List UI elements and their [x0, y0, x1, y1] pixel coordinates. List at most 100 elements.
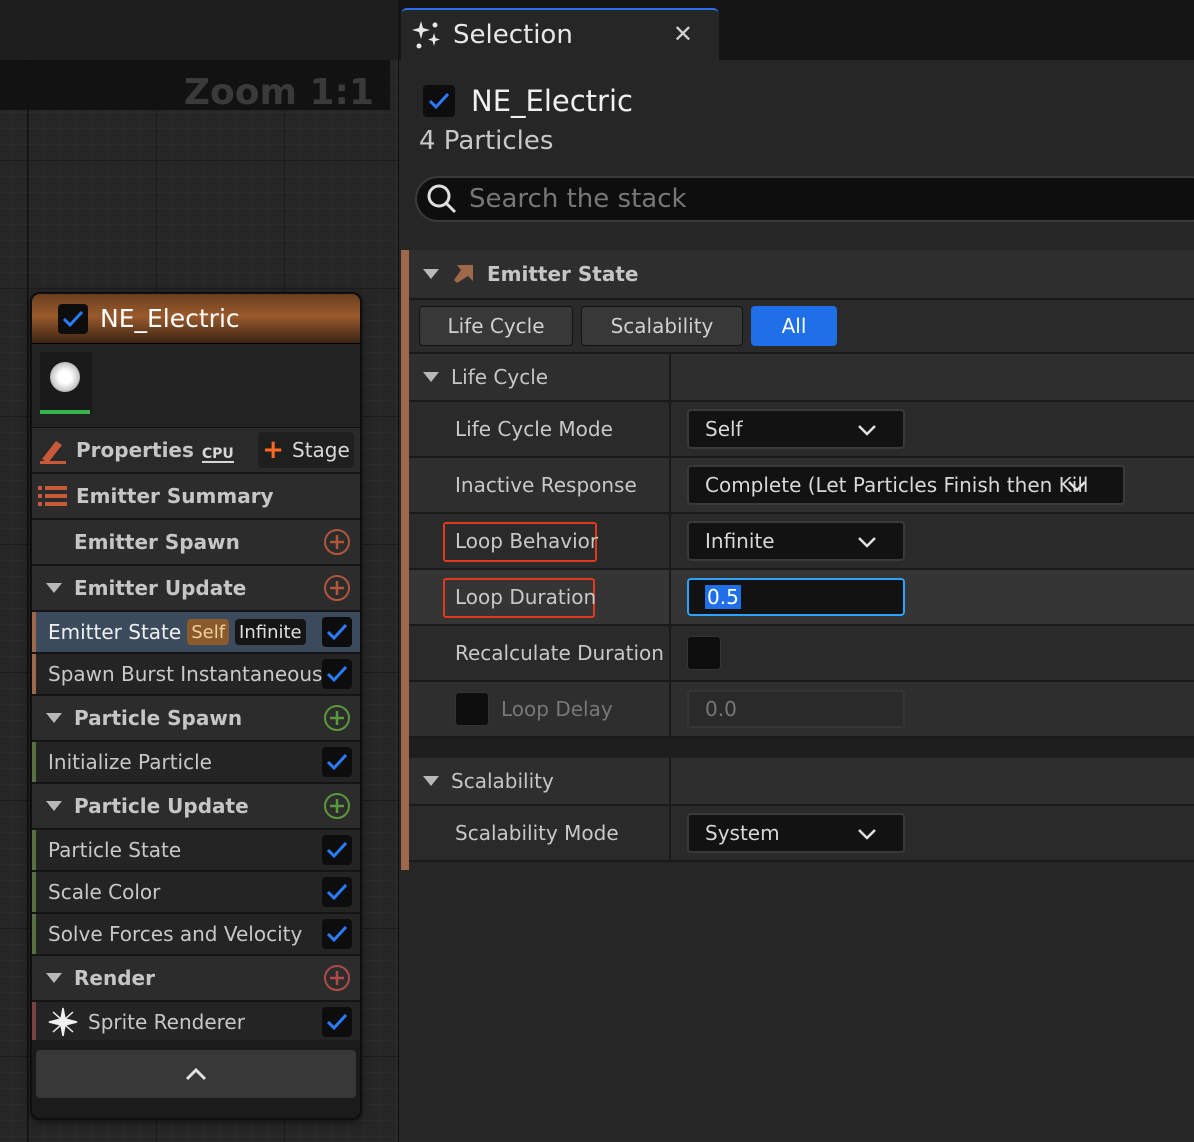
collapse-triangle-icon[interactable]: [423, 776, 439, 786]
module-enabled-checkbox[interactable]: [322, 659, 352, 689]
close-tab-icon[interactable]: ✕: [673, 20, 693, 48]
scalability-category-label: Scalability: [451, 769, 554, 793]
stack-module-scale-color[interactable]: Scale Color: [32, 872, 360, 914]
module-enabled-checkbox[interactable]: [322, 919, 352, 949]
loop-duration-label: Loop Duration: [455, 585, 597, 609]
life-cycle-mode-value: Self: [705, 417, 743, 441]
stack-group-emitter-spawn[interactable]: Emitter Spawn: [32, 520, 360, 566]
stack-group-label: Render: [74, 966, 155, 990]
selected-emitter-header: NE_Electric: [423, 84, 633, 118]
inactive-response-label: Inactive Response: [455, 473, 637, 497]
recalculate-duration-row: Recalculate Duration E: [409, 626, 1194, 682]
module-summary-pill: Infinite: [235, 619, 306, 645]
stack-module-solve-forces-and-velocity[interactable]: Solve Forces and Velocity: [32, 914, 360, 956]
stack-group-label: Particle Update: [74, 794, 249, 818]
add-module-button[interactable]: [322, 573, 352, 603]
stack-search-box[interactable]: [415, 176, 1194, 222]
loop-duration-value: 0.5: [705, 585, 741, 609]
emitter-summary-row[interactable]: Emitter Summary: [32, 474, 360, 520]
emitter-stack-list: Emitter Summary Emitter Spawn Emitter Upda…: [32, 474, 360, 1044]
add-module-button[interactable]: [322, 527, 352, 557]
graph-divider: [27, 60, 28, 1142]
stack-module-emitter-state[interactable]: Emitter State Self Infinite: [32, 612, 360, 654]
filter-life-cycle[interactable]: Life Cycle: [419, 306, 573, 346]
pencil-icon: [40, 441, 66, 464]
graph-toolbar: [0, 0, 398, 60]
module-enabled-checkbox[interactable]: [322, 835, 352, 865]
checkmark-icon: [326, 841, 348, 859]
stack-group-label: Emitter Update: [74, 576, 247, 600]
selected-emitter-checkbox[interactable]: [423, 85, 455, 117]
collapse-triangle-icon[interactable]: [46, 583, 62, 593]
scalability-category[interactable]: Scalability: [409, 758, 1194, 806]
life-cycle-mode-dropdown[interactable]: Self: [687, 409, 905, 449]
loop-behavior-dropdown[interactable]: Infinite: [687, 521, 905, 561]
stack-module-label: Initialize Particle: [48, 750, 212, 774]
module-enabled-checkbox[interactable]: [322, 877, 352, 907]
emitter-thumbnail[interactable]: [40, 352, 92, 414]
emitter-state-header[interactable]: Emitter State: [409, 250, 1194, 300]
filter-scalability[interactable]: Scalability: [581, 306, 743, 346]
collapse-triangle-icon[interactable]: [46, 801, 62, 811]
stack-module-initialize-particle[interactable]: Initialize Particle: [32, 742, 360, 784]
loop-delay-input[interactable]: 0.0: [687, 690, 905, 728]
add-stage-button[interactable]: + Stage: [258, 432, 354, 468]
chevron-down-icon: [1068, 481, 1086, 492]
collapse-triangle-icon[interactable]: [46, 713, 62, 723]
stack-group-particle-update[interactable]: Particle Update: [32, 784, 360, 830]
module-enabled-checkbox[interactable]: [322, 1007, 352, 1037]
loop-delay-enable-checkbox[interactable]: [455, 692, 489, 726]
collapse-triangle-icon[interactable]: [423, 372, 439, 382]
emitter-node-title[interactable]: NE_Electric: [32, 294, 360, 344]
recalculate-duration-checkbox[interactable]: [687, 636, 721, 670]
tab-selection[interactable]: Selection ✕: [401, 8, 719, 60]
loop-duration-input[interactable]: 0.5: [687, 578, 905, 616]
life-cycle-category[interactable]: Life Cycle: [409, 354, 1194, 402]
search-icon: [427, 184, 457, 214]
stack-group-emitter-update[interactable]: Emitter Update: [32, 566, 360, 612]
particle-preview-icon: [50, 362, 80, 392]
collapse-node-button[interactable]: [36, 1050, 356, 1098]
emitter-node[interactable]: NE_Electric Properties CPU + Stage Emitt…: [30, 292, 362, 1120]
stack-module-label: Particle State: [48, 838, 182, 862]
checkmark-icon: [326, 1013, 348, 1031]
properties-row[interactable]: Properties CPU + Stage: [32, 428, 360, 474]
node-graph-canvas[interactable]: Zoom 1:1 NE_Electric Properties CPU + St…: [0, 0, 398, 1142]
inactive-response-row: Inactive Response Complete (Let Particle…: [409, 458, 1194, 514]
chevron-down-icon: [858, 537, 876, 548]
loop-delay-value: 0.0: [705, 697, 737, 721]
selected-emitter-name: NE_Electric: [471, 84, 633, 118]
module-enabled-checkbox[interactable]: [322, 617, 352, 647]
plus-circle-icon: [324, 705, 350, 731]
scalability-mode-dropdown[interactable]: System: [687, 813, 905, 853]
checkmark-icon: [326, 883, 348, 901]
stack-module-sprite-renderer[interactable]: Sprite Renderer: [32, 1002, 360, 1044]
filter-tabs: Life Cycle Scalability All: [409, 300, 1194, 354]
selection-panel-body: NE_Electric 4 Particles Emitter State Li…: [399, 60, 1194, 1142]
list-icon: [38, 486, 67, 506]
stack-group-render[interactable]: Render: [32, 956, 360, 1002]
module-summary-pill: Self: [187, 619, 230, 645]
stack-module-particle-state[interactable]: Particle State: [32, 830, 360, 872]
properties-label: Properties: [76, 438, 194, 462]
chevron-down-icon: [858, 425, 876, 436]
sprite-icon: [48, 1007, 78, 1037]
module-enabled-checkbox[interactable]: [322, 747, 352, 777]
zoom-label: Zoom 1:1: [183, 72, 374, 113]
add-module-button[interactable]: [322, 963, 352, 993]
stack-module-spawn-burst-instantaneous[interactable]: Spawn Burst Instantaneous: [32, 654, 360, 696]
stack-group-particle-spawn[interactable]: Particle Spawn: [32, 696, 360, 742]
emitter-state-stack: Emitter State Life Cycle Scalability All…: [401, 250, 1194, 880]
collapse-triangle-icon[interactable]: [46, 973, 62, 983]
filter-all[interactable]: All: [751, 306, 837, 346]
scalability-mode-label: Scalability Mode: [455, 821, 619, 845]
add-module-button[interactable]: [322, 791, 352, 821]
add-module-button[interactable]: [322, 703, 352, 733]
emitter-enabled-checkbox[interactable]: [58, 303, 88, 334]
loop-delay-label: Loop Delay: [501, 697, 613, 721]
collapse-triangle-icon[interactable]: [423, 269, 439, 279]
stack-search-input[interactable]: [469, 184, 1069, 214]
inactive-response-dropdown[interactable]: Complete (Let Particles Finish then Kill: [687, 465, 1125, 505]
plus-circle-icon: [324, 575, 350, 601]
life-cycle-category-label: Life Cycle: [451, 365, 549, 389]
